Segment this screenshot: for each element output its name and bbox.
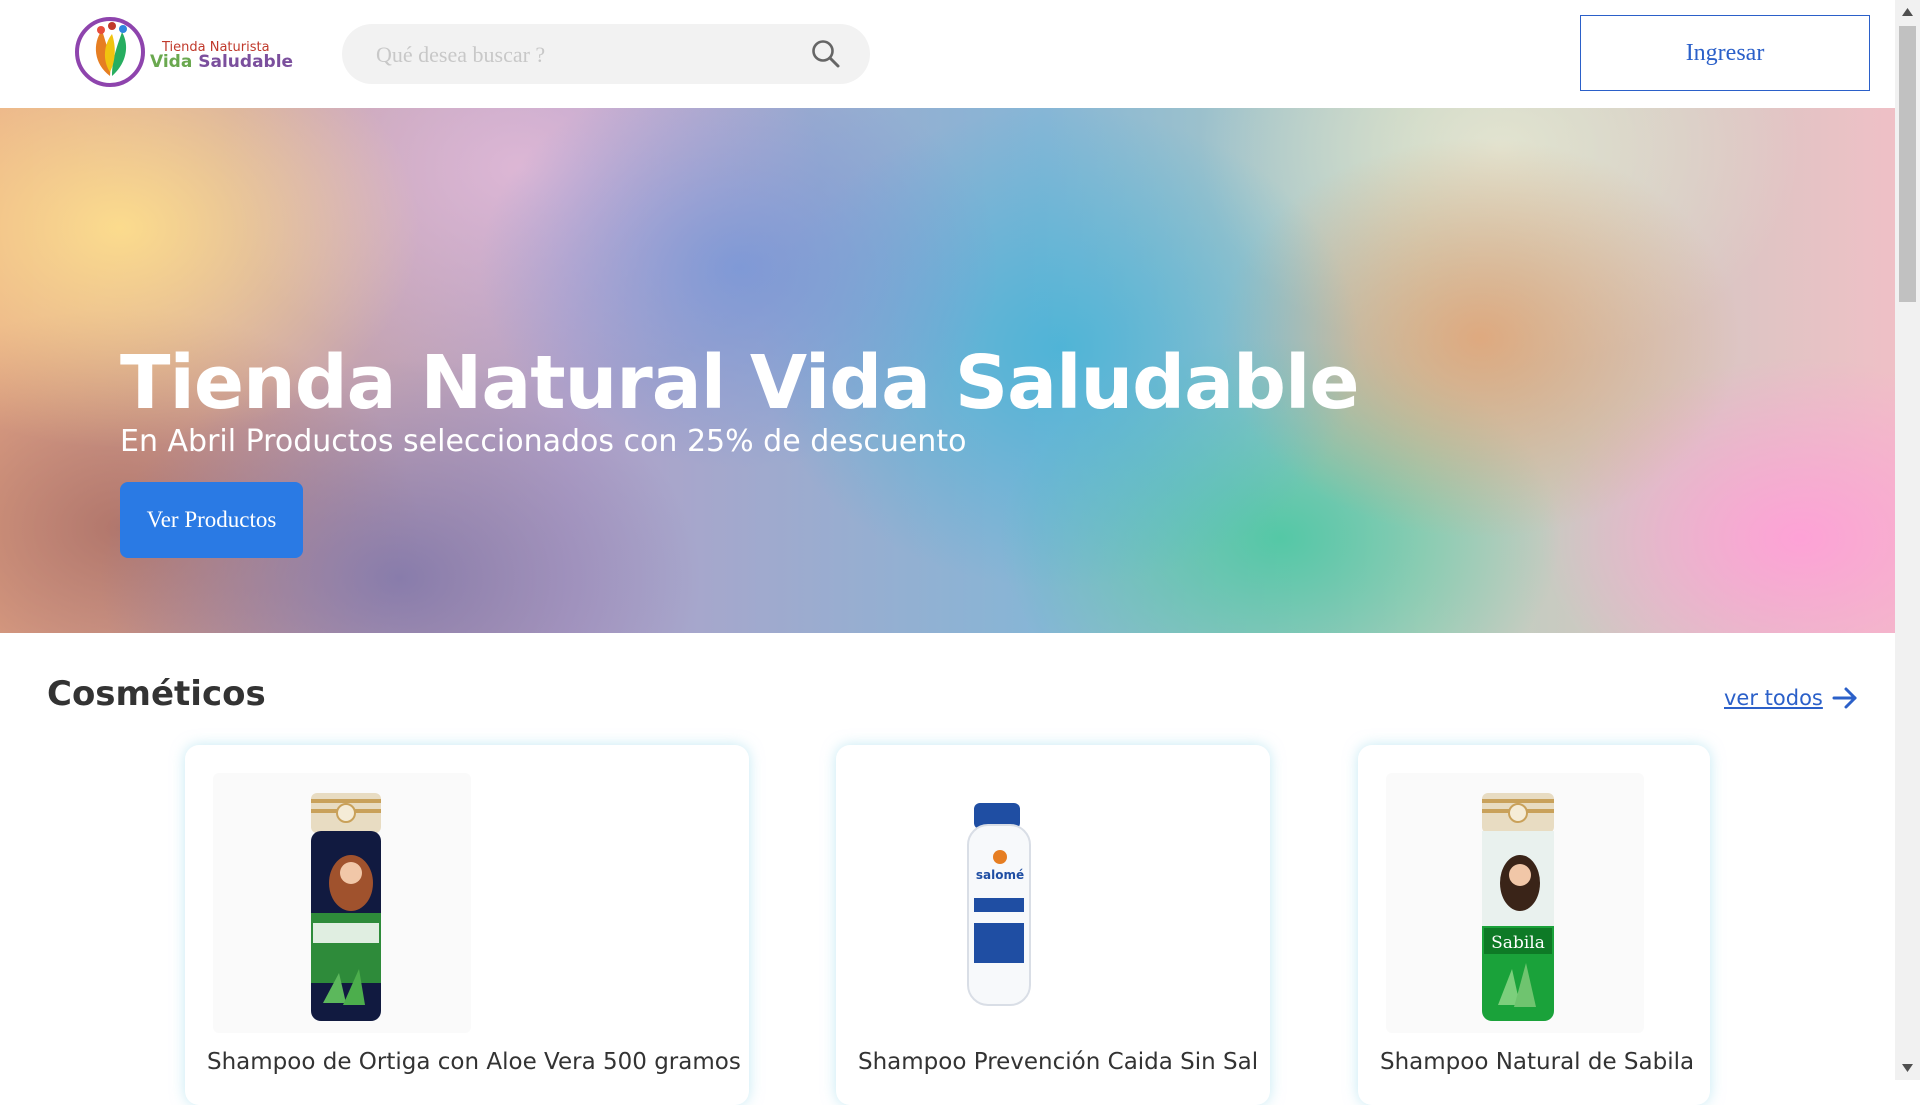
product-name[interactable]: Shampoo de Ortiga con Aloe Vera 500 gram… xyxy=(207,1049,741,1075)
search-icon[interactable] xyxy=(808,36,844,72)
page-scrollbar[interactable] xyxy=(1895,0,1920,1080)
scroll-down-arrow-icon[interactable] xyxy=(1895,1055,1920,1080)
svg-text:Sabila: Sabila xyxy=(1491,933,1545,953)
section-title: Cosméticos xyxy=(47,674,266,714)
shampoo-bottle-image xyxy=(311,793,381,1021)
scroll-thumb[interactable] xyxy=(1899,26,1916,302)
shampoo-bottle-image: Sabila xyxy=(1482,793,1554,1021)
product-image[interactable]: Sabila xyxy=(1386,773,1644,1033)
logo-word-vida: Vida xyxy=(150,52,193,72)
view-products-button[interactable]: Ver Productos xyxy=(120,482,303,558)
product-name[interactable]: Shampoo Prevención Caida Sin Sal xyxy=(858,1049,1258,1075)
site-header: Tienda Naturista Vida Saludable Ingresar xyxy=(0,0,1895,108)
see-all-label: ver todos xyxy=(1724,686,1823,710)
arrow-right-icon xyxy=(1832,687,1857,709)
hero-subtitle: En Abril Productos seleccionados con 25%… xyxy=(120,424,967,459)
search-input[interactable] xyxy=(374,38,798,72)
logo-word-saludable: Saludable xyxy=(198,52,294,72)
store-logo[interactable]: Tienda Naturista Vida Saludable xyxy=(72,14,293,90)
product-image[interactable]: salomé xyxy=(864,773,1122,1033)
shampoo-bottle-image: salomé xyxy=(967,803,1031,1006)
scroll-up-arrow-icon[interactable] xyxy=(1895,0,1920,25)
hero-title: Tienda Natural Vida Saludable xyxy=(120,340,1360,426)
login-button[interactable]: Ingresar xyxy=(1580,15,1870,91)
svg-text:salomé: salomé xyxy=(976,868,1024,882)
hero-banner: Tienda Natural Vida Saludable En Abril P… xyxy=(0,108,1895,633)
logo-icon xyxy=(75,17,145,87)
product-card[interactable]: salomé Shampoo Prevención Caida Sin Sal xyxy=(836,745,1270,1105)
logo-text-line2: Vida Saludable xyxy=(150,52,293,72)
product-card[interactable]: Shampoo de Ortiga con Aloe Vera 500 gram… xyxy=(185,745,749,1105)
product-image[interactable] xyxy=(213,773,471,1033)
product-name[interactable]: Shampoo Natural de Sabila xyxy=(1380,1049,1694,1075)
product-card[interactable]: Sabila Shampoo Natural de Sabila xyxy=(1358,745,1710,1105)
search-bar xyxy=(342,24,870,84)
see-all-link[interactable]: ver todos xyxy=(1724,684,1859,712)
